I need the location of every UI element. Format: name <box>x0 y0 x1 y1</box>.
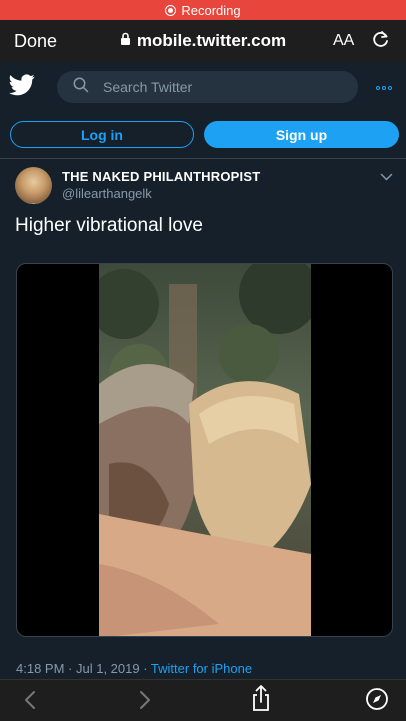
recording-label: Recording <box>181 2 241 18</box>
chevron-down-icon[interactable] <box>380 169 393 187</box>
display-name[interactable]: THE NAKED PHILANTHROPIST <box>62 169 260 184</box>
tweet-date[interactable]: Jul 1, 2019 <box>76 661 140 676</box>
signup-button[interactable]: Sign up <box>204 121 399 148</box>
url-text: mobile.twitter.com <box>136 31 287 50</box>
done-button[interactable]: Done <box>14 31 57 52</box>
tweet-source[interactable]: Twitter for iPhone <box>151 661 252 676</box>
record-icon <box>165 4 177 16</box>
search-input[interactable]: Search Twitter <box>57 71 358 103</box>
browser-toolbar <box>0 679 406 721</box>
login-button[interactable]: Log in <box>10 121 194 148</box>
recording-indicator: Recording <box>0 0 406 20</box>
tweet-time[interactable]: 4:18 PM <box>16 661 64 676</box>
search-icon <box>73 77 89 98</box>
compass-icon[interactable] <box>365 687 389 716</box>
browser-address-bar: Done mobile.twitter.com AA <box>0 20 406 62</box>
video-frame <box>99 264 311 636</box>
tweet-header: THE NAKED PHILANTHROPIST @lilearthangelk <box>0 159 406 219</box>
forward-icon[interactable] <box>137 688 153 717</box>
share-icon[interactable] <box>250 684 272 717</box>
user-handle[interactable]: @lilearthangelk <box>62 186 152 201</box>
search-placeholder: Search Twitter <box>103 79 193 95</box>
tweet-video[interactable] <box>16 263 393 637</box>
twitter-bird-icon[interactable] <box>9 74 35 101</box>
reload-icon[interactable] <box>371 28 391 55</box>
lock-icon <box>120 31 131 51</box>
twitter-header: Search Twitter <box>0 62 406 112</box>
more-icon[interactable] <box>376 86 392 90</box>
text-size-button[interactable]: AA <box>333 32 354 50</box>
avatar[interactable] <box>15 167 52 204</box>
text-size-label: AA <box>333 32 355 49</box>
tweet-text: Higher vibrational love <box>15 215 203 236</box>
tweet-meta: 4:18 PM · Jul 1, 2019 · Twitter for iPho… <box>16 661 253 676</box>
auth-bar: Log in Sign up <box>0 112 406 159</box>
back-icon[interactable] <box>22 688 38 717</box>
